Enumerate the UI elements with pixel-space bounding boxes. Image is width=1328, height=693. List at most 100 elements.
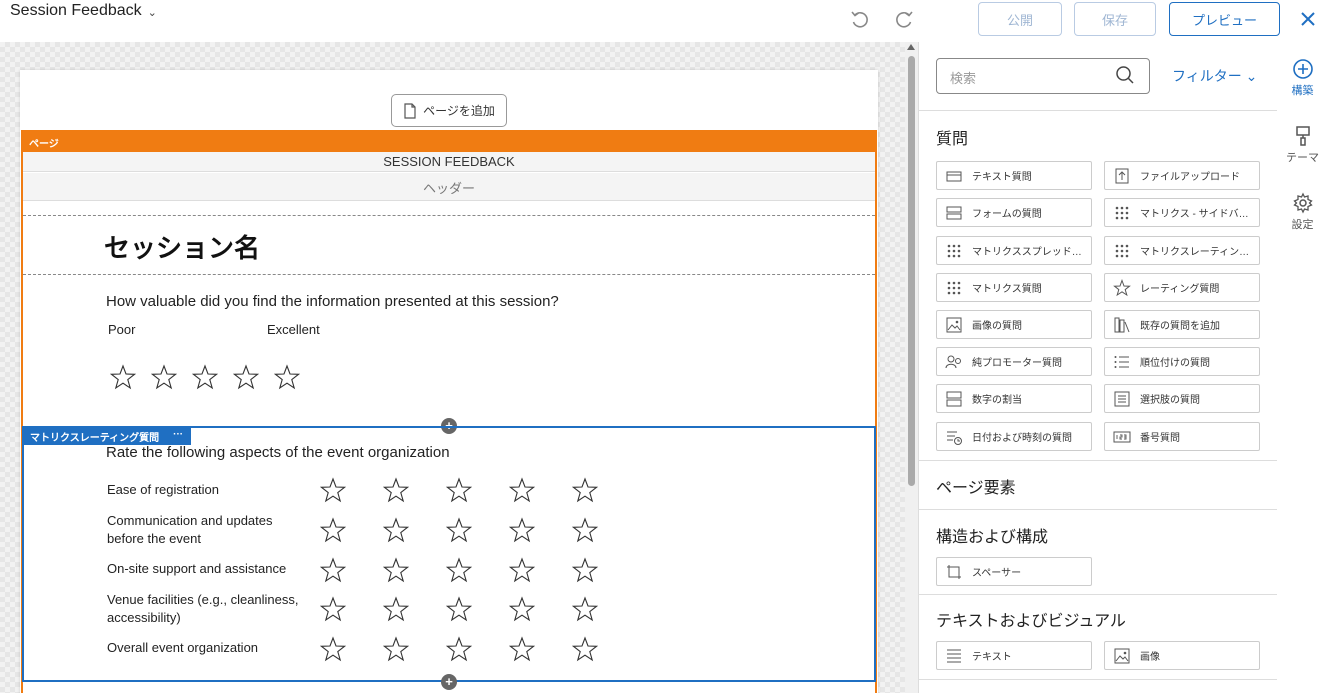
- question-item[interactable]: マトリクス質問: [936, 273, 1092, 302]
- page-icon: [404, 102, 416, 119]
- file-upload-icon: [1115, 168, 1129, 183]
- session-name-heading[interactable]: セッション名: [104, 228, 260, 265]
- scrollbar-thumb[interactable]: [908, 56, 915, 486]
- question-item[interactable]: マトリクス - サイドバ…: [1104, 198, 1260, 227]
- matrix-rating-icon: [1115, 244, 1129, 257]
- image-question-icon: [946, 317, 962, 332]
- spacer-icon: [947, 564, 961, 579]
- structure-heading: 構造および構成: [936, 529, 1049, 546]
- survey-title-dropdown[interactable]: Session Feedback ⌄: [10, 2, 157, 20]
- text-item[interactable]: テキスト: [936, 641, 1092, 670]
- page-tag[interactable]: ページ: [21, 130, 877, 152]
- star-icon[interactable]: [572, 596, 598, 622]
- add-question-button[interactable]: +: [441, 674, 457, 690]
- star-icon[interactable]: [192, 364, 218, 390]
- star-icon[interactable]: [151, 364, 177, 390]
- existing-question-icon: [1114, 317, 1130, 332]
- star-icon[interactable]: [110, 364, 136, 390]
- star-icon[interactable]: [383, 477, 409, 503]
- question-item[interactable]: マトリクススプレッド…: [936, 236, 1092, 265]
- star-icon[interactable]: [572, 517, 598, 543]
- star-icon[interactable]: [572, 477, 598, 503]
- star-icon[interactable]: [274, 364, 300, 390]
- question-item[interactable]: 順位付けの質問: [1104, 347, 1260, 376]
- question-item-label: 選択肢の質問: [1140, 395, 1200, 406]
- more-options-icon[interactable]: ···: [173, 429, 183, 442]
- star-icon[interactable]: [383, 557, 409, 583]
- matrix-row-stars: [320, 517, 598, 543]
- question-item[interactable]: ファイルアップロード: [1104, 161, 1260, 190]
- matrix-question-tag[interactable]: マトリクスレーティング質問 ···: [22, 426, 192, 445]
- question-item[interactable]: 数字の割当: [936, 384, 1092, 413]
- question-item[interactable]: 番号質問: [1104, 422, 1260, 451]
- spacer-item[interactable]: スペーサー: [936, 557, 1092, 586]
- star-icon[interactable]: [320, 636, 346, 662]
- question-item[interactable]: 画像の質問: [936, 310, 1092, 339]
- matrix-row-label: On-site support and assistance: [107, 561, 287, 576]
- star-icon[interactable]: [383, 636, 409, 662]
- question-item[interactable]: 純プロモーター質問: [936, 347, 1092, 376]
- text-visual-heading: テキストおよびビジュアル: [936, 613, 1126, 630]
- session-title-bar[interactable]: SESSION FEEDBACK: [23, 152, 875, 172]
- question-item[interactable]: 日付および時刻の質問: [936, 422, 1092, 451]
- star-icon[interactable]: [320, 557, 346, 583]
- question-item[interactable]: 選択肢の質問: [1104, 384, 1260, 413]
- star-icon: [1113, 278, 1131, 296]
- canvas-scrollbar[interactable]: [905, 42, 918, 693]
- question-item[interactable]: レーティング質問: [1104, 273, 1260, 302]
- question-item-label: フォームの質問: [972, 209, 1042, 220]
- image-item[interactable]: 画像: [1104, 641, 1260, 670]
- theme-tab[interactable]: テーマ: [1277, 125, 1328, 165]
- star-icon[interactable]: [320, 517, 346, 543]
- publish-button[interactable]: 公開: [978, 2, 1062, 36]
- matrix-spreadsheet-icon: [947, 244, 961, 257]
- star-icon[interactable]: [509, 636, 535, 662]
- question1-text[interactable]: How valuable did you find the informatio…: [106, 293, 559, 310]
- rating-stars: [110, 364, 300, 390]
- save-button[interactable]: 保存: [1074, 2, 1156, 36]
- matrix-row-label: Overall event organization: [107, 640, 259, 655]
- preview-button[interactable]: プレビュー: [1169, 2, 1280, 36]
- divider: [23, 215, 875, 216]
- star-icon[interactable]: [509, 596, 535, 622]
- star-icon[interactable]: [572, 636, 598, 662]
- star-icon[interactable]: [383, 596, 409, 622]
- star-icon[interactable]: [320, 596, 346, 622]
- settings-tab[interactable]: 設定: [1277, 192, 1328, 232]
- star-icon[interactable]: [446, 557, 472, 583]
- star-icon[interactable]: [509, 477, 535, 503]
- question-item-label: 既存の質問を追加: [1140, 321, 1220, 332]
- star-icon[interactable]: [509, 517, 535, 543]
- question-item[interactable]: テキスト質問: [936, 161, 1092, 190]
- filter-dropdown[interactable]: フィルター ⌄: [1172, 66, 1257, 86]
- matrix-tag-label: マトリクスレーティング質問: [30, 433, 160, 444]
- star-icon[interactable]: [446, 477, 472, 503]
- build-tab[interactable]: 構築: [1277, 58, 1328, 98]
- star-icon[interactable]: [446, 596, 472, 622]
- search-icon[interactable]: [1115, 65, 1135, 85]
- star-icon[interactable]: [383, 517, 409, 543]
- matrix-question-title[interactable]: Rate the following aspects of the event …: [106, 444, 450, 461]
- undo-icon[interactable]: [849, 8, 871, 30]
- star-icon[interactable]: [509, 557, 535, 583]
- spacer-label: スペーサー: [972, 568, 1022, 579]
- redo-icon[interactable]: [893, 8, 915, 30]
- survey-title: Session Feedback: [10, 2, 142, 19]
- matrix-row-stars: [320, 596, 598, 622]
- close-icon[interactable]: [1297, 8, 1319, 30]
- add-page-button[interactable]: ページを追加: [391, 94, 507, 127]
- question-item-label: マトリクス - サイドバ…: [1140, 209, 1249, 220]
- scroll-up-arrow[interactable]: [907, 44, 915, 50]
- header-bar[interactable]: ヘッダー: [23, 173, 875, 201]
- matrix-row-label: Ease of registration: [107, 482, 220, 497]
- question-item[interactable]: マトリクスレーティン…: [1104, 236, 1260, 265]
- star-icon[interactable]: [446, 636, 472, 662]
- star-icon[interactable]: [233, 364, 259, 390]
- question-item-label: 数字の割当: [972, 395, 1022, 406]
- question-item[interactable]: 既存の質問を追加: [1104, 310, 1260, 339]
- star-icon[interactable]: [446, 517, 472, 543]
- page-elements-heading: ページ要素: [936, 480, 1016, 497]
- star-icon[interactable]: [320, 477, 346, 503]
- question-item[interactable]: フォームの質問: [936, 198, 1092, 227]
- star-icon[interactable]: [572, 557, 598, 583]
